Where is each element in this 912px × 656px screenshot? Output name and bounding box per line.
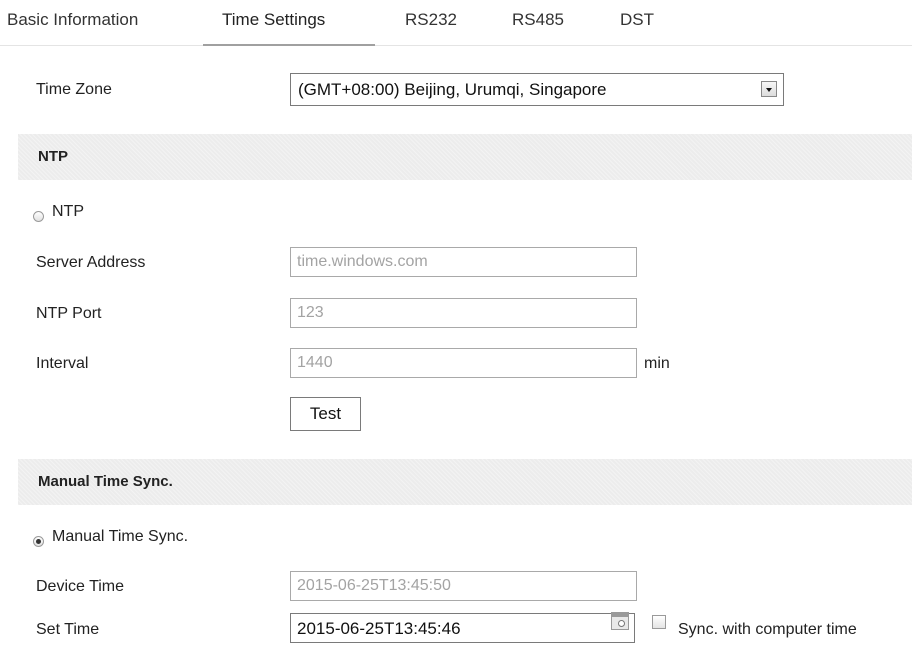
- device-time-field: 2015-06-25T13:45:50: [290, 571, 637, 601]
- manual-sync-radio-label: Manual Time Sync.: [52, 528, 189, 545]
- active-tab-indicator: [203, 44, 375, 46]
- interval-value: 1440: [297, 354, 333, 371]
- ntp-port-label: NTP Port: [36, 305, 102, 322]
- ntp-port-value: 123: [297, 304, 324, 321]
- manual-sync-radio[interactable]: [33, 536, 44, 547]
- server-address-input[interactable]: time.windows.com: [290, 247, 637, 277]
- time-zone-select[interactable]: (GMT+08:00) Beijing, Urumqi, Singapore: [290, 73, 784, 106]
- ntp-radio-label: NTP: [52, 203, 84, 220]
- test-button[interactable]: Test: [290, 397, 361, 431]
- ntp-section-header: NTP: [18, 134, 912, 180]
- tab-basic-information[interactable]: Basic Information: [7, 10, 138, 30]
- tab-time-settings[interactable]: Time Settings: [222, 10, 325, 30]
- sync-computer-time-label: Sync. with computer time: [678, 621, 857, 638]
- manual-sync-section-title: Manual Time Sync.: [38, 473, 173, 490]
- tab-dst[interactable]: DST: [620, 10, 654, 30]
- set-time-value: 2015-06-25T13:45:46: [297, 619, 461, 638]
- set-time-input[interactable]: 2015-06-25T13:45:46: [290, 613, 635, 643]
- ntp-section-title: NTP: [38, 148, 68, 165]
- set-time-label: Set Time: [36, 621, 100, 638]
- manual-sync-section-header: Manual Time Sync.: [18, 459, 912, 505]
- chevron-down-icon[interactable]: [761, 81, 777, 97]
- time-zone-value: (GMT+08:00) Beijing, Urumqi, Singapore: [298, 80, 607, 99]
- interval-unit: min: [644, 355, 670, 372]
- interval-label: Interval: [36, 355, 89, 372]
- server-address-value: time.windows.com: [297, 253, 428, 270]
- time-zone-label: Time Zone: [36, 81, 112, 98]
- tab-divider: [0, 45, 912, 46]
- device-time-label: Device Time: [36, 578, 125, 595]
- server-address-label: Server Address: [36, 254, 146, 271]
- ntp-port-input[interactable]: 123: [290, 298, 637, 328]
- tab-rs485[interactable]: RS485: [512, 10, 564, 30]
- sync-computer-time-checkbox[interactable]: [652, 615, 666, 629]
- interval-input[interactable]: 1440: [290, 348, 637, 378]
- ntp-radio[interactable]: [33, 211, 44, 222]
- tab-bar: Basic Information Time Settings RS232 RS…: [0, 0, 912, 46]
- tab-rs232[interactable]: RS232: [405, 10, 457, 30]
- calendar-icon[interactable]: [611, 612, 629, 630]
- device-time-value: 2015-06-25T13:45:50: [297, 577, 451, 594]
